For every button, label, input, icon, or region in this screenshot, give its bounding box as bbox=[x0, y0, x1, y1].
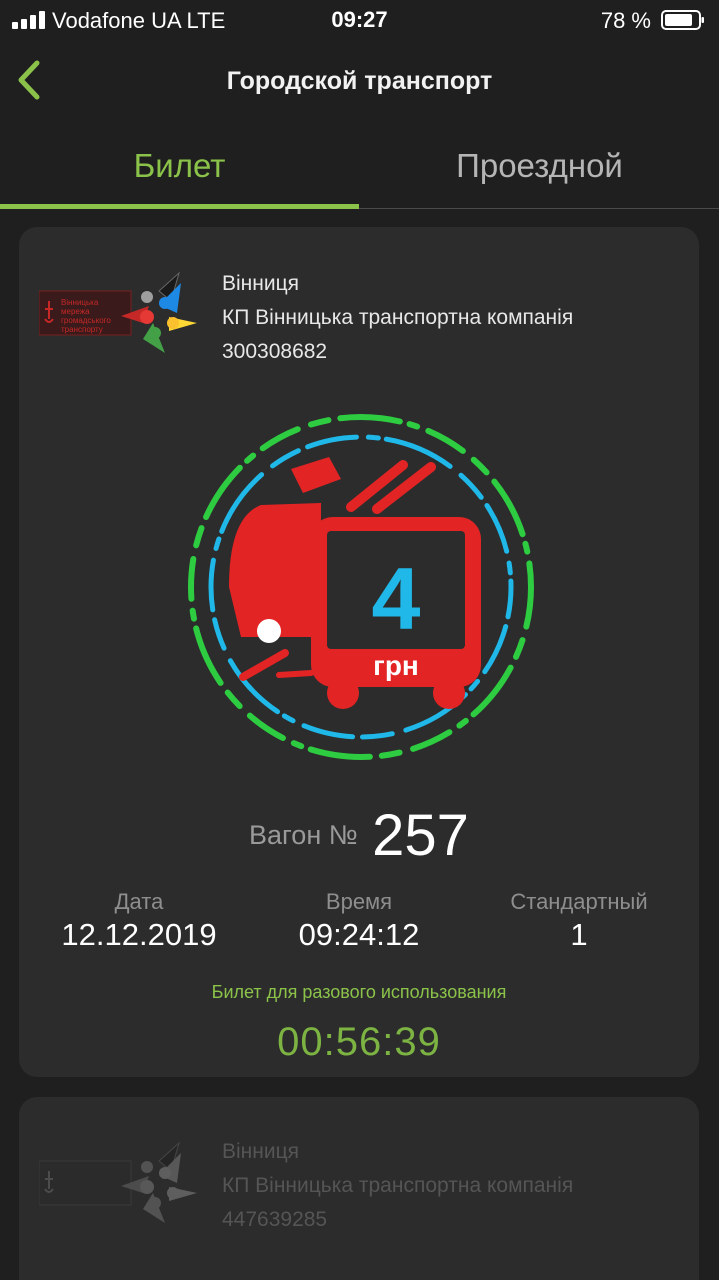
fare-price-value: 4 bbox=[372, 549, 421, 648]
ticket-info: Вінниця КП Вінницька транспортна компані… bbox=[222, 267, 573, 369]
ticket-company: КП Вінницька транспортна компанія bbox=[222, 306, 574, 329]
navigation-bar: Городской транспорт bbox=[0, 45, 719, 120]
ticket-city: Вінниця bbox=[222, 1140, 299, 1163]
trolleybus-fare-badge: 4 грн bbox=[188, 414, 534, 760]
wagon-label: Вагон № bbox=[249, 820, 358, 850]
date-value: 12.12.2019 bbox=[61, 917, 217, 952]
ticket-type-label: Стандартный bbox=[510, 889, 648, 914]
ticket-company: КП Вінницька транспортна компанія bbox=[222, 1174, 574, 1197]
time-label: Время bbox=[325, 889, 393, 914]
tab-ticket[interactable]: Билет bbox=[0, 128, 359, 206]
battery-icon bbox=[661, 10, 704, 30]
ticket-card-inactive[interactable]: Вінниця КП Вінницька транспортна компані… bbox=[19, 1097, 699, 1280]
tab-bar: Билет Проездной bbox=[0, 128, 719, 209]
date-label: Дата bbox=[114, 889, 164, 914]
battery-percent: 78 % bbox=[600, 8, 651, 33]
type-column: Стандартный 1 bbox=[469, 889, 689, 953]
wagon-row: Вагон № 257 bbox=[19, 802, 699, 869]
time-column: Время 09:24:12 bbox=[249, 889, 469, 953]
fare-price-unit: грн bbox=[373, 650, 419, 681]
ticket-type-value: 1 bbox=[570, 917, 588, 952]
page-title: Городской транспорт bbox=[226, 67, 493, 95]
svg-text:мережа: мережа bbox=[61, 307, 90, 316]
countdown-timer: 00:56:39 bbox=[277, 1020, 441, 1064]
tab-pass[interactable]: Проездной bbox=[360, 128, 719, 206]
wagon-number: 257 bbox=[372, 803, 469, 868]
time-value: 09:24:12 bbox=[298, 917, 420, 952]
svg-text:Вінницька: Вінницька bbox=[61, 298, 99, 307]
ticket-city: Вінниця bbox=[222, 272, 299, 295]
ticket-id: 300308682 bbox=[222, 340, 328, 363]
date-column: Дата 12.12.2019 bbox=[29, 889, 249, 953]
single-use-note: Билет для разового использования bbox=[211, 982, 507, 1002]
ticket-card[interactable]: Вінницька мережа громадського транспорту… bbox=[19, 227, 699, 1077]
transport-network-logo bbox=[39, 1141, 197, 1223]
trolleybus-icon bbox=[229, 457, 481, 709]
svg-text:громадського: громадського bbox=[61, 316, 111, 325]
status-bar: Vodafone UA LTE 09:27 78 % bbox=[0, 0, 719, 40]
ticket-info: Вінниця КП Вінницька транспортна компані… bbox=[222, 1135, 573, 1237]
active-tab-indicator bbox=[0, 204, 359, 209]
transport-network-logo: Вінницька мережа громадського транспорту bbox=[39, 271, 197, 353]
svg-text:транспорту: транспорту bbox=[61, 325, 103, 334]
screen: Vodafone UA LTE 09:27 78 % Городской тра… bbox=[0, 0, 719, 1280]
ticket-id: 447639285 bbox=[222, 1208, 328, 1231]
